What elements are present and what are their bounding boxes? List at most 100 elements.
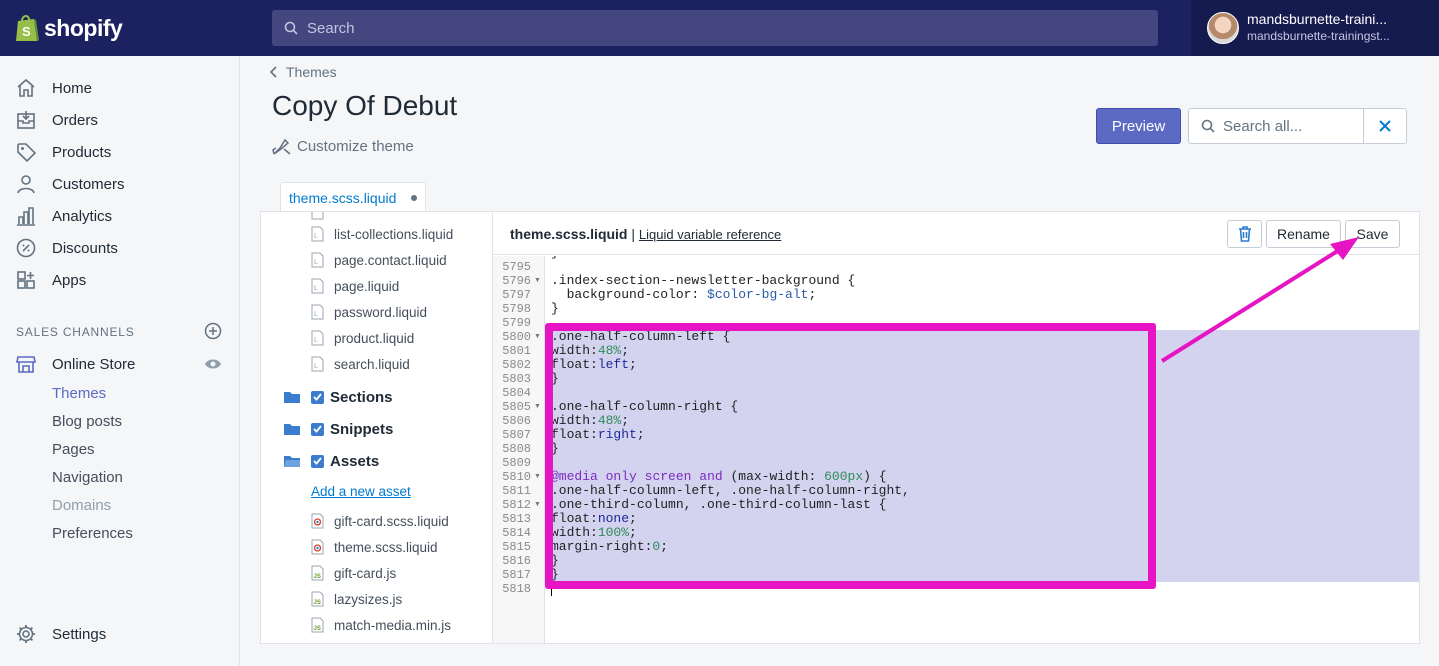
sidebar-item-analytics[interactable]: Analytics: [0, 200, 239, 232]
save-button[interactable]: Save: [1345, 220, 1400, 248]
tree-file[interactable]: JS match-media.min.js: [311, 615, 451, 635]
liquid-file-icon: L: [311, 278, 324, 294]
liquid-file-icon: L: [311, 304, 324, 320]
clear-search-button[interactable]: [1363, 108, 1407, 144]
tree-file-label: page.liquid: [334, 278, 400, 294]
liquid-file-icon: L: [311, 252, 324, 268]
trash-icon: [1238, 226, 1251, 242]
tree-file-label: password.liquid: [334, 304, 428, 320]
sidebar-sub-preferences[interactable]: Preferences: [52, 525, 133, 542]
delete-file-button[interactable]: [1227, 220, 1262, 248]
line-number: 5806: [502, 414, 531, 428]
search-files-input[interactable]: Search all...: [1188, 108, 1364, 144]
tab-label: theme.scss.liquid: [289, 189, 397, 206]
editor-file-name: theme.scss.liquid: [510, 226, 628, 242]
sidebar-item-settings[interactable]: Settings: [0, 618, 239, 650]
breadcrumb[interactable]: Themes: [270, 64, 337, 80]
tree-folder-assets[interactable]: Assets: [283, 450, 379, 472]
tree-file[interactable]: L product.liquid: [311, 328, 414, 348]
scss-file-icon: [311, 513, 324, 529]
tree-folder-snippets[interactable]: Snippets: [283, 418, 393, 440]
top-bar: S shopify Search mandsburnette-traini...…: [0, 0, 1439, 56]
sidebar-item-customers[interactable]: Customers: [0, 168, 239, 200]
checkmark-icon: [313, 457, 322, 465]
tree-folder-sections[interactable]: Sections: [283, 386, 393, 408]
svg-text:JS: JS: [314, 574, 321, 580]
sidebar-item-orders[interactable]: Orders: [0, 104, 239, 136]
line-number: 5816: [502, 554, 531, 568]
customize-theme-link[interactable]: Customize theme: [272, 136, 414, 156]
sidebar-item-discounts[interactable]: Discounts: [0, 232, 239, 264]
tree-file[interactable]: JS gift-card.js: [311, 563, 396, 583]
global-search-input[interactable]: Search: [272, 10, 1158, 46]
sidebar-sub-themes[interactable]: Themes: [52, 385, 106, 402]
tag-icon: [17, 143, 36, 162]
tree-file-label: gift-card.js: [334, 565, 397, 581]
tree-file[interactable]: L search.liquid: [311, 354, 410, 374]
person-icon: [17, 175, 35, 194]
line-number: 5800: [502, 330, 531, 344]
shopify-bag-icon: S: [16, 15, 39, 41]
account-menu[interactable]: mandsburnette-traini... mandsburnette-tr…: [1191, 0, 1439, 56]
highlight-rectangle: [545, 323, 1156, 589]
sidebar-sub-domains[interactable]: Domains: [52, 497, 111, 514]
folder-icon: [284, 392, 300, 403]
tree-file[interactable]: L password.liquid: [311, 302, 427, 322]
search-placeholder: Search: [307, 19, 355, 37]
tree-file[interactable]: gift-card.scss.liquid: [311, 511, 449, 531]
tree-file[interactable]: L list-collections.liquid: [311, 224, 453, 244]
fold-arrow-icon[interactable]: ▼: [534, 330, 542, 344]
liquid-file-icon: [311, 212, 324, 220]
chevron-left-icon: [270, 66, 277, 78]
fold-arrow-icon[interactable]: ▼: [534, 274, 542, 288]
shopify-logo[interactable]: S shopify: [14, 12, 123, 44]
sidebar-item-label: Online Store: [52, 355, 136, 373]
svg-text:L: L: [314, 259, 318, 266]
editor-title: theme.scss.liquid | Liquid variable refe…: [510, 226, 781, 242]
tree-file[interactable]: L page.contact.liquid: [311, 250, 447, 270]
close-icon: [1379, 120, 1391, 132]
folder-checkbox[interactable]: [311, 390, 324, 404]
line-number: 5817: [502, 568, 531, 582]
sidebar-sub-pages[interactable]: Pages: [52, 441, 95, 458]
liquid-file-icon: L: [311, 330, 324, 346]
sidebar-item-label: Customers: [52, 175, 125, 193]
line-number: 5805: [502, 400, 531, 414]
add-asset-link[interactable]: Add a new asset: [311, 484, 411, 499]
line-number: 5813: [502, 512, 531, 526]
tree-file-partial[interactable]: [311, 212, 334, 222]
tree-file[interactable]: JS lazysizes.js: [311, 589, 402, 609]
code-line: }: [551, 256, 559, 260]
eye-icon[interactable]: [204, 358, 222, 370]
tree-folder-label: Assets: [330, 452, 380, 470]
orders-icon: [17, 111, 35, 129]
svg-text:L: L: [314, 363, 318, 370]
line-number: 5804: [502, 386, 531, 400]
folder-open-icon: [284, 456, 300, 467]
search-files-placeholder: Search all...: [1223, 117, 1303, 135]
fold-arrow-icon[interactable]: ▼: [534, 470, 542, 484]
sidebar-item-home[interactable]: Home: [0, 72, 239, 104]
tree-file[interactable]: L page.liquid: [311, 276, 399, 296]
sidebar-item-apps[interactable]: Apps: [0, 264, 239, 296]
tree-file[interactable]: theme.scss.liquid: [311, 537, 438, 557]
sidebar-sub-navigation[interactable]: Navigation: [52, 469, 123, 486]
add-channel-icon[interactable]: [204, 322, 222, 340]
liquid-file-icon: L: [311, 226, 324, 242]
code-line: background-color: $color-bg-alt;: [551, 287, 817, 302]
fold-arrow-icon[interactable]: ▼: [534, 498, 542, 512]
discount-icon: [16, 238, 36, 258]
line-number: 5795: [502, 260, 531, 274]
folder-checkbox[interactable]: [311, 454, 324, 468]
sidebar-item-label: Orders: [52, 111, 98, 129]
tab-theme-scss-liquid[interactable]: theme.scss.liquid: [280, 182, 426, 212]
liquid-reference-link[interactable]: Liquid variable reference: [639, 227, 781, 242]
folder-checkbox[interactable]: [311, 422, 324, 436]
sidebar-sub-blog-posts[interactable]: Blog posts: [52, 413, 122, 430]
sidebar-item-online-store[interactable]: Online Store: [0, 348, 239, 380]
rename-button[interactable]: Rename: [1266, 220, 1341, 248]
fold-arrow-icon[interactable]: ▼: [534, 400, 542, 414]
sidebar-item-products[interactable]: Products: [0, 136, 239, 168]
line-number: 5803: [502, 372, 531, 386]
preview-button[interactable]: Preview: [1096, 108, 1181, 144]
